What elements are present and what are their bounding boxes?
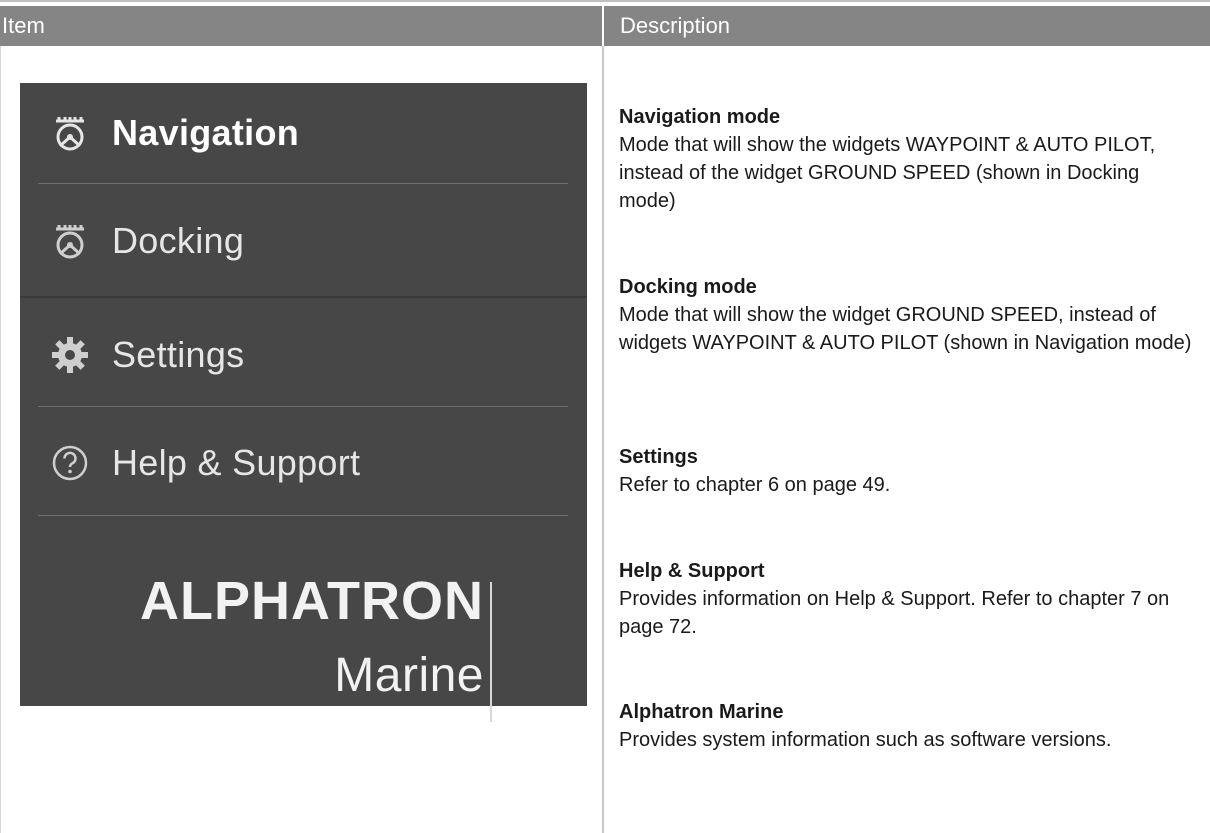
header-description: Description bbox=[604, 6, 1210, 46]
brand-subname: Marine bbox=[334, 649, 484, 702]
menu-separator bbox=[38, 515, 568, 516]
description-title: Help & Support bbox=[619, 560, 765, 582]
question-circle-icon bbox=[50, 443, 90, 483]
menu-item-label: Help & Support bbox=[112, 442, 361, 483]
description-entry: Alphatron Marine Provides system informa… bbox=[619, 698, 1199, 754]
description-text: Provides system information such as soft… bbox=[619, 729, 1112, 751]
gear-icon bbox=[50, 335, 90, 375]
brand-bar bbox=[490, 582, 492, 722]
table-left-border bbox=[0, 46, 1, 833]
brand-name: ALPHATRON bbox=[140, 571, 484, 631]
description-entry: Navigation mode Mode that will show the … bbox=[619, 103, 1199, 215]
menu-item-label: Navigation bbox=[112, 112, 300, 153]
menu-separator bbox=[38, 406, 568, 407]
description-entry: Docking mode Mode that will show the wid… bbox=[619, 273, 1199, 357]
steering-wheel-icon bbox=[50, 221, 90, 261]
column-divider bbox=[602, 46, 604, 833]
menu-item-label: Settings bbox=[112, 334, 245, 375]
description-entry: Help & Support Provides information on H… bbox=[619, 557, 1199, 641]
menu-separator bbox=[38, 183, 568, 184]
menu-item-docking[interactable]: Docking bbox=[38, 191, 568, 291]
description-text: Refer to chapter 6 on page 49. bbox=[619, 474, 891, 496]
description-text: Mode that will show the widget GROUND SP… bbox=[619, 304, 1192, 354]
menu-item-label: Docking bbox=[112, 220, 245, 261]
description-text: Provides information on Help & Support. … bbox=[619, 588, 1170, 638]
table-header: Item Description bbox=[0, 6, 1210, 46]
menu-item-settings[interactable]: Settings bbox=[38, 305, 568, 405]
menu-item-navigation[interactable]: Navigation bbox=[38, 83, 568, 183]
description-entry: Settings Refer to chapter 6 on page 49. bbox=[619, 443, 1199, 499]
menu-section-separator bbox=[20, 296, 587, 298]
description-text: Mode that will show the widgets WAYPOINT… bbox=[619, 134, 1156, 212]
header-item: Item bbox=[0, 6, 602, 46]
menu-item-help-support[interactable]: Help & Support bbox=[38, 413, 568, 513]
steering-wheel-icon bbox=[50, 113, 90, 153]
description-title: Settings bbox=[619, 446, 698, 468]
side-menu-panel: Navigation Docking Settings Help & Suppo… bbox=[20, 83, 587, 722]
description-title: Navigation mode bbox=[619, 106, 781, 128]
description-title: Docking mode bbox=[619, 276, 757, 298]
alphatron-marine-logo[interactable]: ALPHATRON Marine bbox=[20, 556, 587, 722]
description-title: Alphatron Marine bbox=[619, 701, 784, 723]
